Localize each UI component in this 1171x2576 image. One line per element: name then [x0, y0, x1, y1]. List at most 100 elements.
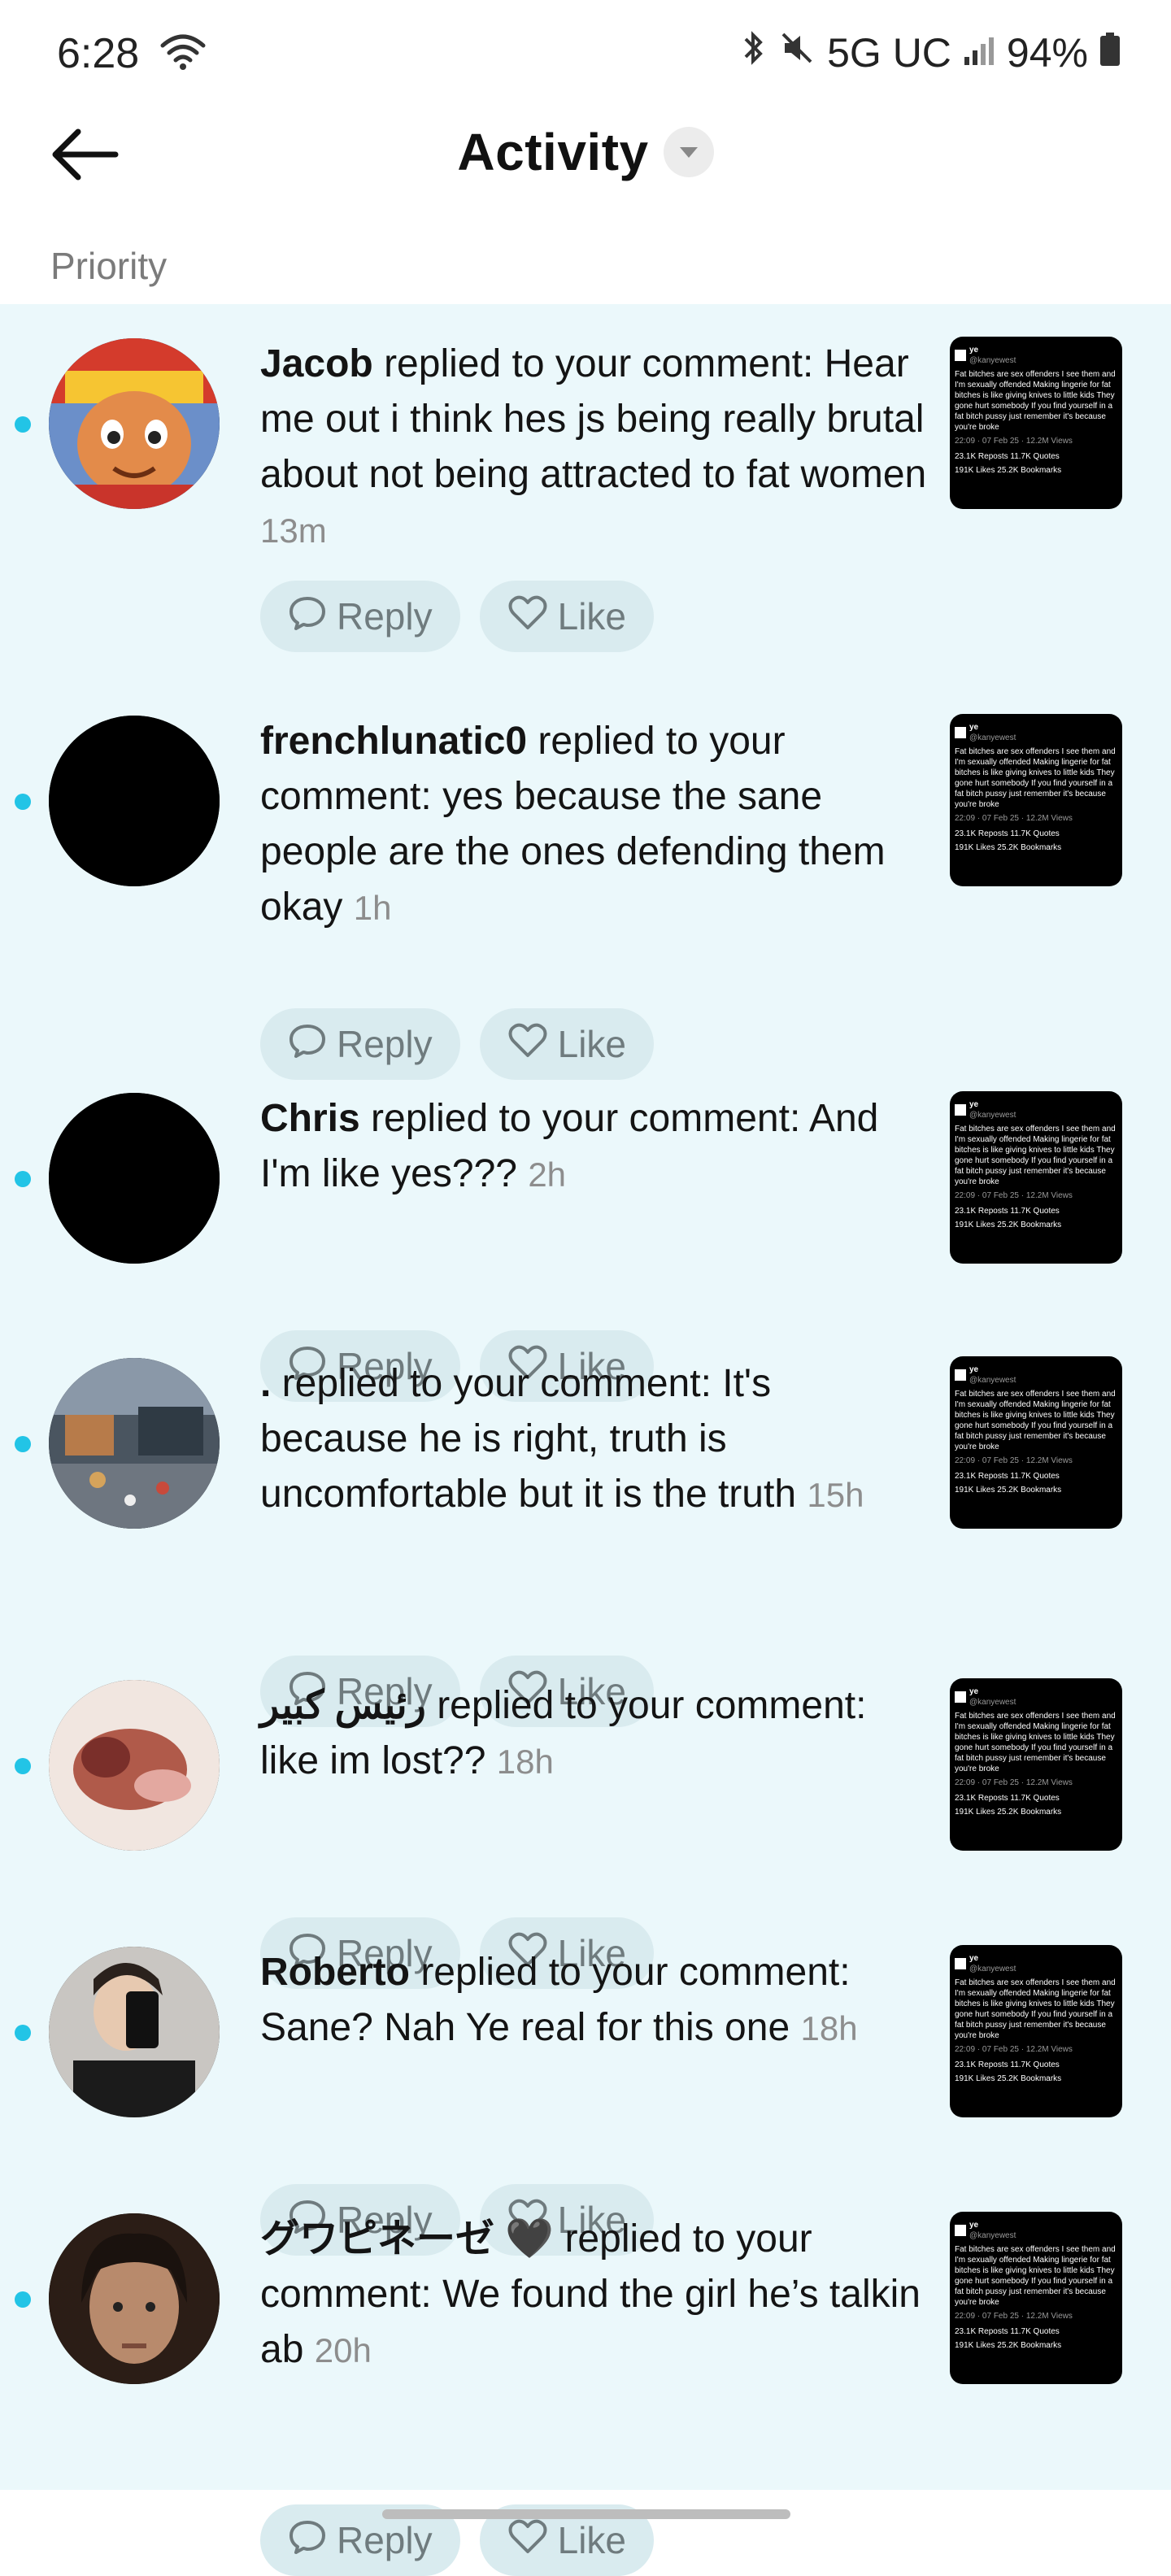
bluetooth-icon — [739, 29, 767, 76]
reply-label: Reply — [337, 1023, 433, 1065]
thumb-meta: 22:09 · 07 Feb 25 · 12.2M Views — [955, 2312, 1073, 2321]
unread-dot — [15, 1758, 31, 1774]
thumb-handle: @kanyewest — [969, 2231, 1016, 2240]
activity-text[interactable]: رئيس كبير replied to your comment: like … — [260, 1678, 927, 1790]
timestamp: 15h — [807, 1476, 864, 1514]
username[interactable]: رئيس كبير — [260, 1684, 426, 1727]
avatar[interactable] — [49, 1358, 220, 1529]
activity-text[interactable]: frenchlunatic0 replied to your comment: … — [260, 714, 927, 936]
thumb-likes: 191K Likes 25.2K Bookmarks — [955, 1808, 1062, 1817]
thumb-meta: 22:09 · 07 Feb 25 · 12.2M Views — [955, 814, 1073, 823]
thumb-avatar — [955, 2225, 966, 2236]
comment-text: like im lost?? — [260, 1739, 486, 1782]
timestamp: 1h — [353, 889, 392, 927]
thumb-handle: @kanyewest — [969, 1698, 1016, 1707]
mute-icon — [778, 29, 816, 76]
like-label: Like — [557, 2519, 626, 2561]
post-thumbnail[interactable]: ye @kanyewest Fat bitches are sex offender… — [950, 1945, 1122, 2117]
thumb-likes: 191K Likes 25.2K Bookmarks — [955, 2341, 1062, 2350]
status-bar: 6:28 5G UC 94% — [0, 0, 1171, 106]
reply-label: Reply — [337, 2519, 433, 2561]
thumb-likes: 191K Likes 25.2K Bookmarks — [955, 1221, 1062, 1229]
signal-icon — [963, 29, 995, 76]
thumb-author: ye — [969, 2221, 979, 2230]
thumb-avatar — [955, 1369, 966, 1381]
thumb-author: ye — [969, 1100, 979, 1109]
thumb-handle: @kanyewest — [969, 1376, 1016, 1385]
action-buttons: Reply Like — [260, 1008, 654, 1080]
username[interactable]: Jacob — [260, 342, 373, 385]
battery-label: 94% — [1006, 30, 1088, 76]
thumb-text: Fat bitches are sex offenders I see them… — [955, 2245, 1116, 2307]
username[interactable]: グワピネーゼ 🖤 — [260, 2217, 554, 2261]
thumb-avatar — [955, 1958, 966, 1969]
avatar[interactable] — [49, 338, 220, 509]
network-label: 5G UC — [827, 30, 951, 76]
thumb-likes: 191K Likes 25.2K Bookmarks — [955, 843, 1062, 852]
post-thumbnail[interactable]: ye @kanyewest Fat bitches are sex offender… — [950, 2212, 1122, 2384]
action-text: replied to your comment: — [409, 1951, 851, 1994]
action-text: replied to your comment: — [359, 1097, 809, 1140]
avatar[interactable] — [49, 2213, 220, 2384]
thumb-likes: 191K Likes 25.2K Bookmarks — [955, 2074, 1062, 2083]
username[interactable]: Chris — [260, 1097, 360, 1140]
thumb-stats: 23.1K Reposts 11.7K Quotes — [955, 1472, 1060, 1481]
avatar[interactable] — [49, 1947, 220, 2117]
thumb-meta: 22:09 · 07 Feb 25 · 12.2M Views — [955, 1191, 1073, 1200]
reply-icon — [288, 594, 327, 640]
avatar[interactable] — [49, 716, 220, 886]
post-thumbnail[interactable]: ye @kanyewest Fat bitches are sex offender… — [950, 714, 1122, 886]
thumb-meta: 22:09 · 07 Feb 25 · 12.2M Views — [955, 1778, 1073, 1787]
thumb-stats: 23.1K Reposts 11.7K Quotes — [955, 829, 1060, 838]
reply-button[interactable]: Reply — [260, 581, 460, 652]
activity-list: Jacob replied to your comment: Hear me o… — [0, 304, 1171, 2576]
activity-text[interactable]: Chris replied to your comment: And I'm l… — [260, 1091, 927, 1203]
thumb-meta: 22:09 · 07 Feb 25 · 12.2M Views — [955, 1456, 1073, 1465]
status-time: 6:28 — [57, 30, 140, 77]
like-button[interactable]: Like — [479, 1008, 654, 1080]
post-thumbnail[interactable]: ye @kanyewest Fat bitches are sex offender… — [950, 1678, 1122, 1851]
heart-icon — [507, 2517, 548, 2564]
thumb-text: Fat bitches are sex offenders I see them… — [955, 370, 1116, 432]
dropdown-caret-icon[interactable] — [663, 127, 714, 177]
thumb-likes: 191K Likes 25.2K Bookmarks — [955, 1486, 1062, 1495]
activity-text[interactable]: グワピネーゼ 🖤 replied to your comment: We fou… — [260, 2212, 927, 2378]
action-text: replied to your comment: — [425, 1684, 867, 1727]
thumb-stats: 23.1K Reposts 11.7K Quotes — [955, 2060, 1060, 2069]
activity-text[interactable]: Jacob replied to your comment: Hear me o… — [260, 337, 927, 559]
thumb-stats: 23.1K Reposts 11.7K Quotes — [955, 2327, 1060, 2336]
activity-text[interactable]: Roberto replied to your comment: Sane? N… — [260, 1945, 927, 2056]
reply-icon — [288, 1021, 327, 1068]
timestamp: 2h — [528, 1155, 567, 1194]
thumb-text: Fat bitches are sex offenders I see them… — [955, 747, 1116, 809]
username[interactable]: Roberto — [260, 1951, 410, 1994]
thumb-author: ye — [969, 1687, 979, 1696]
thumb-handle: @kanyewest — [969, 1111, 1016, 1120]
thumb-likes: 191K Likes 25.2K Bookmarks — [955, 466, 1062, 475]
thumb-author: ye — [969, 346, 979, 355]
post-thumbnail[interactable]: ye @kanyewest Fat bitches are sex offender… — [950, 1356, 1122, 1529]
thumb-author: ye — [969, 1954, 979, 1963]
thumb-handle: @kanyewest — [969, 733, 1016, 742]
activity-text[interactable]: . replied to your comment: It's because … — [260, 1356, 927, 1523]
username[interactable]: . — [260, 1362, 271, 1405]
avatar[interactable] — [49, 1093, 220, 1264]
username[interactable]: frenchlunatic0 — [260, 720, 527, 763]
timestamp: 18h — [496, 1743, 554, 1781]
timestamp: 18h — [800, 2009, 858, 2047]
thumb-avatar — [955, 727, 966, 738]
status-right: 5G UC 94% — [739, 29, 1121, 76]
wifi-icon — [159, 33, 207, 76]
thumb-meta: 22:09 · 07 Feb 25 · 12.2M Views — [955, 2045, 1073, 2054]
home-indicator[interactable] — [382, 2509, 790, 2519]
post-thumbnail[interactable]: ye @kanyewest Fat bitches are sex offender… — [950, 337, 1122, 509]
like-button[interactable]: Like — [479, 581, 654, 652]
heart-icon — [507, 594, 548, 640]
post-thumbnail[interactable]: ye @kanyewest Fat bitches are sex offender… — [950, 1091, 1122, 1264]
thumb-meta: 22:09 · 07 Feb 25 · 12.2M Views — [955, 437, 1073, 446]
unread-dot — [15, 1436, 31, 1452]
reply-button[interactable]: Reply — [260, 1008, 460, 1080]
page-title-group[interactable]: Activity — [0, 122, 1171, 182]
thumb-handle: @kanyewest — [969, 356, 1016, 365]
avatar[interactable] — [49, 1680, 220, 1851]
